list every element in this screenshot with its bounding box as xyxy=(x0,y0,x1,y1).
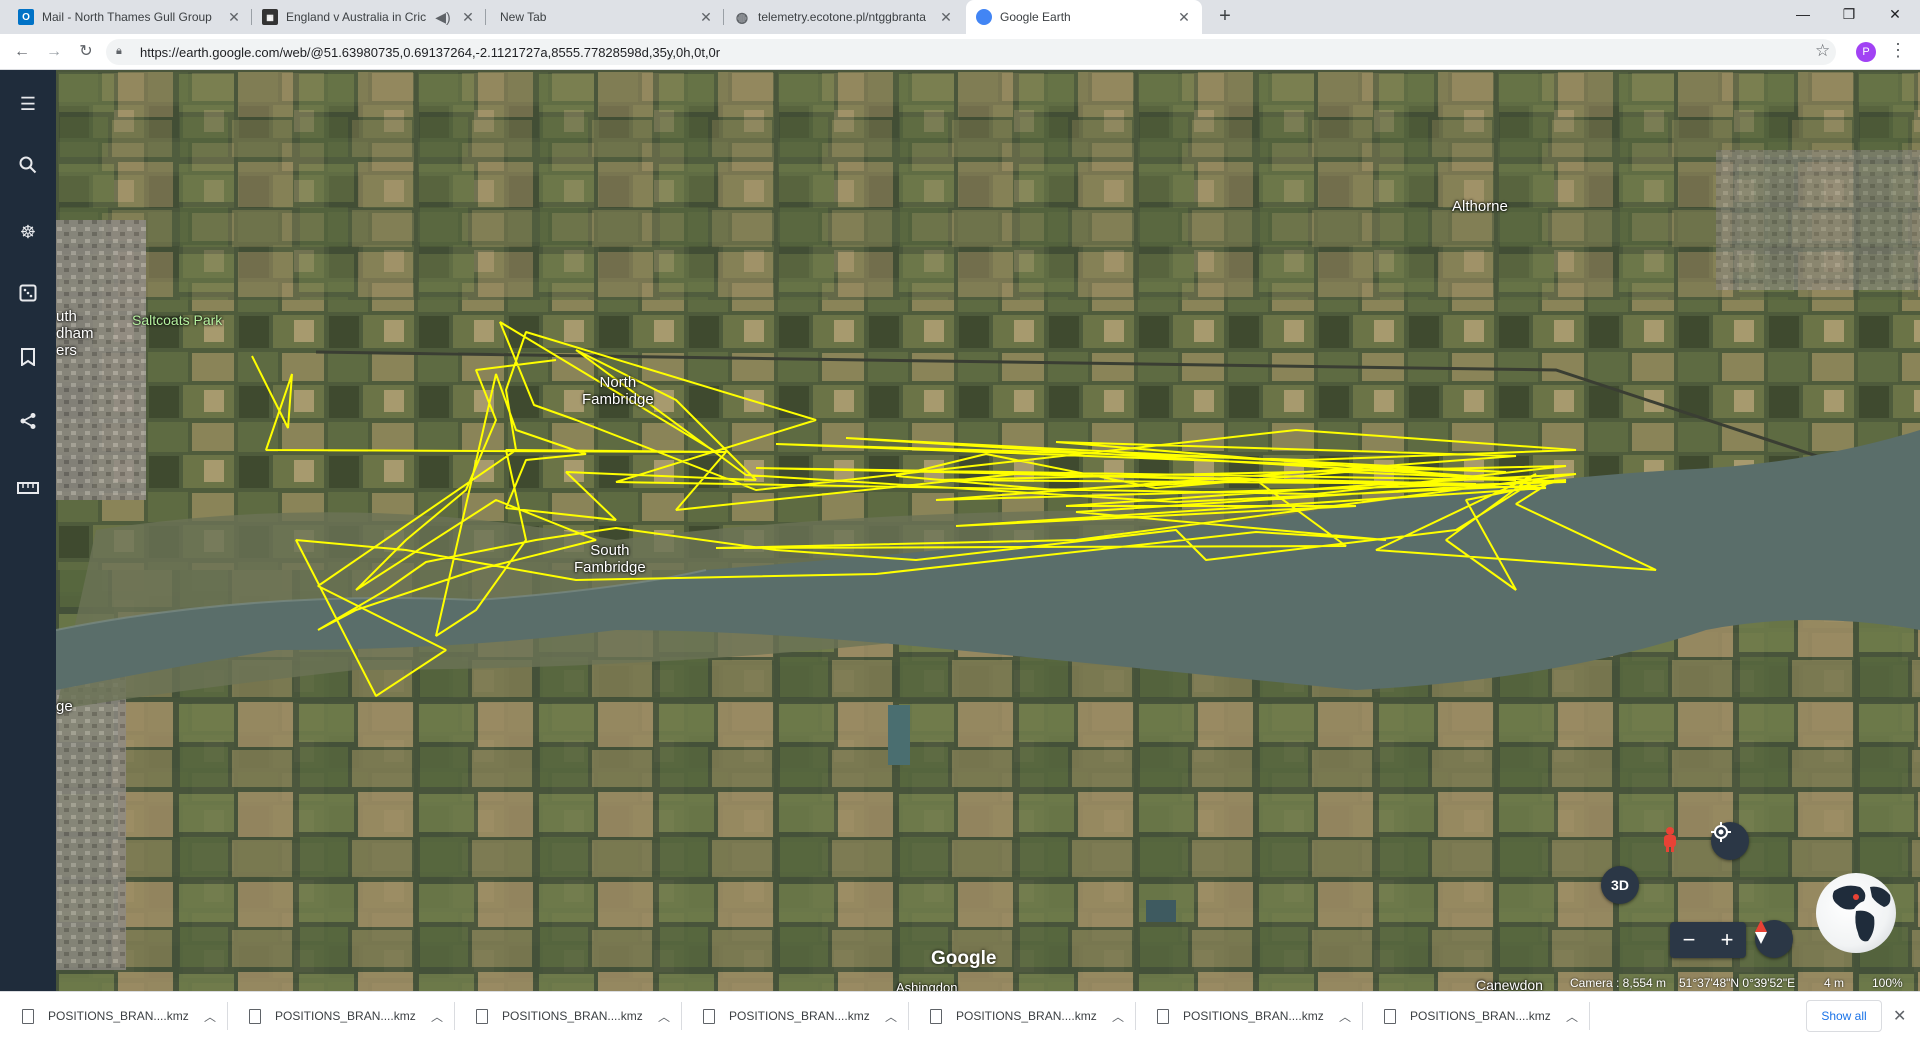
file-icon xyxy=(476,1008,488,1024)
download-filename: POSITIONS_BRAN....kmz xyxy=(275,1009,416,1023)
minimize-button[interactable]: — xyxy=(1780,0,1826,30)
download-item[interactable]: POSITIONS_BRAN....kmz ︿ xyxy=(22,992,229,1040)
download-filename: POSITIONS_BRAN....kmz xyxy=(956,1009,1097,1023)
tab-telemetry[interactable]: ◍ telemetry.ecotone.pl/ntggbranta ✕ xyxy=(724,0,964,34)
tab-strip: O Mail - North Thames Gull Group ✕ ▦ Eng… xyxy=(0,0,1920,34)
close-downloads-icon[interactable]: ✕ xyxy=(1893,1006,1906,1026)
close-icon[interactable]: ✕ xyxy=(226,9,242,26)
chevron-up-icon[interactable]: ︿ xyxy=(1566,1008,1578,1025)
tab-new[interactable]: New Tab ✕ xyxy=(486,0,724,34)
file-icon xyxy=(703,1008,715,1024)
google-logo: Google xyxy=(931,948,997,969)
restore-button[interactable]: ❐ xyxy=(1826,0,1872,30)
new-tab-button[interactable]: + xyxy=(1212,4,1238,30)
download-filename: POSITIONS_BRAN....kmz xyxy=(1410,1009,1551,1023)
forward-button[interactable]: → xyxy=(42,40,66,64)
chrome-menu-icon[interactable]: ⋮ xyxy=(1889,40,1907,61)
tab-google-earth[interactable]: Google Earth ✕ xyxy=(966,0,1202,34)
download-item[interactable]: POSITIONS_BRAN....kmz ︿ xyxy=(930,992,1137,1040)
download-filename: POSITIONS_BRAN....kmz xyxy=(48,1009,189,1023)
downloads-bar: POSITIONS_BRAN....kmz ︿ POSITIONS_BRAN..… xyxy=(0,991,1920,1040)
chevron-up-icon[interactable]: ︿ xyxy=(1112,1008,1124,1025)
download-filename: POSITIONS_BRAN....kmz xyxy=(729,1009,870,1023)
file-icon xyxy=(249,1008,261,1024)
search-icon[interactable] xyxy=(12,152,44,184)
file-icon xyxy=(1384,1008,1396,1024)
earth-sidebar: ☰ ☸ xyxy=(0,70,56,991)
download-filename: POSITIONS_BRAN....kmz xyxy=(1183,1009,1324,1023)
close-icon[interactable]: ✕ xyxy=(938,9,954,26)
globe-icon: ◍ xyxy=(735,8,749,25)
lock-icon: 🔒︎ xyxy=(116,45,122,57)
chevron-up-icon[interactable]: ︿ xyxy=(431,1008,443,1025)
ground-elevation: 4 m xyxy=(1824,976,1845,990)
reload-button[interactable]: ↻ xyxy=(74,40,98,64)
zoom-out-button[interactable]: − xyxy=(1670,922,1708,958)
chevron-up-icon[interactable]: ︿ xyxy=(658,1008,670,1025)
close-icon[interactable]: ✕ xyxy=(1176,9,1192,26)
chevron-up-icon[interactable]: ︿ xyxy=(204,1008,216,1025)
file-icon xyxy=(22,1008,34,1024)
satellite-imagery xyxy=(56,70,1920,991)
zoom-percent: 100% xyxy=(1872,976,1903,990)
my-location-icon[interactable] xyxy=(1711,822,1749,860)
bookmark-star-icon[interactable]: ☆ xyxy=(1815,41,1830,61)
browser-toolbar: ← → ↻ 🔒︎ https://earth.google.com/web/@5… xyxy=(0,34,1920,70)
camera-altitude: Camera : 8,554 m xyxy=(1570,976,1667,990)
place-label: ge xyxy=(56,698,73,715)
download-item[interactable]: POSITIONS_BRAN....kmz ︿ xyxy=(476,992,683,1040)
place-label: North Fambridge xyxy=(582,374,654,408)
file-icon xyxy=(930,1008,942,1024)
projects-icon[interactable] xyxy=(12,344,44,376)
outlook-icon: O xyxy=(18,9,34,25)
3d-toggle-button[interactable]: 3D xyxy=(1601,866,1639,904)
place-label: uth xyxy=(56,308,77,325)
cricket-icon: ▦ xyxy=(262,9,278,25)
place-label: Saltcoats Park xyxy=(132,312,223,328)
tab-cricket[interactable]: ▦ England v Australia in Cricket ◀) ✕ xyxy=(252,0,486,34)
feeling-lucky-icon[interactable] xyxy=(12,280,44,312)
download-item[interactable]: POSITIONS_BRAN....kmz ︿ xyxy=(249,992,456,1040)
place-label: Althorne xyxy=(1452,198,1508,215)
file-icon xyxy=(1157,1008,1169,1024)
close-window-button[interactable]: ✕ xyxy=(1872,0,1918,30)
tab-title: telemetry.ecotone.pl/ntggbranta xyxy=(758,10,926,24)
tab-mail[interactable]: O Mail - North Thames Gull Group ✕ xyxy=(8,0,252,34)
place-label: dham xyxy=(56,325,94,342)
download-item[interactable]: POSITIONS_BRAN....kmz ︿ xyxy=(1384,992,1591,1040)
url-text: https://earth.google.com/web/@51.6398073… xyxy=(140,44,721,60)
chevron-up-icon[interactable]: ︿ xyxy=(885,1008,897,1025)
voyager-icon[interactable]: ☸ xyxy=(12,216,44,248)
compass-icon[interactable] xyxy=(1755,920,1793,958)
show-all-button[interactable]: Show all xyxy=(1806,1000,1882,1032)
satellite-map-view[interactable]: Althorne Saltcoats Park uth dham ers Nor… xyxy=(56,70,1920,991)
globe-minimap[interactable] xyxy=(1816,873,1896,953)
zoom-in-button[interactable]: + xyxy=(1708,922,1746,958)
tab-title: New Tab xyxy=(500,10,547,24)
profile-avatar[interactable]: P xyxy=(1856,42,1876,62)
place-label: South Fambridge xyxy=(574,542,646,576)
speaker-icon[interactable]: ◀) xyxy=(432,9,454,26)
download-item[interactable]: POSITIONS_BRAN....kmz ︿ xyxy=(703,992,910,1040)
zoom-control: − + xyxy=(1670,922,1746,958)
chevron-up-icon[interactable]: ︿ xyxy=(1339,1008,1351,1025)
tab-title: England v Australia in Cricket xyxy=(286,10,426,24)
pegman-icon[interactable] xyxy=(1660,826,1698,864)
close-icon[interactable]: ✕ xyxy=(698,9,714,26)
google-earth-icon xyxy=(976,9,992,25)
tab-title: Google Earth xyxy=(1000,10,1071,24)
address-bar[interactable]: 🔒︎ https://earth.google.com/web/@51.6398… xyxy=(106,39,1836,65)
share-icon[interactable] xyxy=(12,408,44,440)
coordinates-readout: 51°37'48"N 0°39'52"E xyxy=(1679,976,1796,990)
status-bar: Camera : 8,554 m 51°37'48"N 0°39'52"E 4 … xyxy=(56,973,1920,991)
tab-title: Mail - North Thames Gull Group xyxy=(42,10,212,24)
hamburger-menu-icon[interactable]: ☰ xyxy=(12,88,44,120)
download-item[interactable]: POSITIONS_BRAN....kmz ︿ xyxy=(1157,992,1364,1040)
download-filename: POSITIONS_BRAN....kmz xyxy=(502,1009,643,1023)
back-button[interactable]: ← xyxy=(10,40,34,64)
measure-ruler-icon[interactable] xyxy=(12,472,44,504)
close-icon[interactable]: ✕ xyxy=(460,9,476,26)
place-label: ers xyxy=(56,342,77,359)
